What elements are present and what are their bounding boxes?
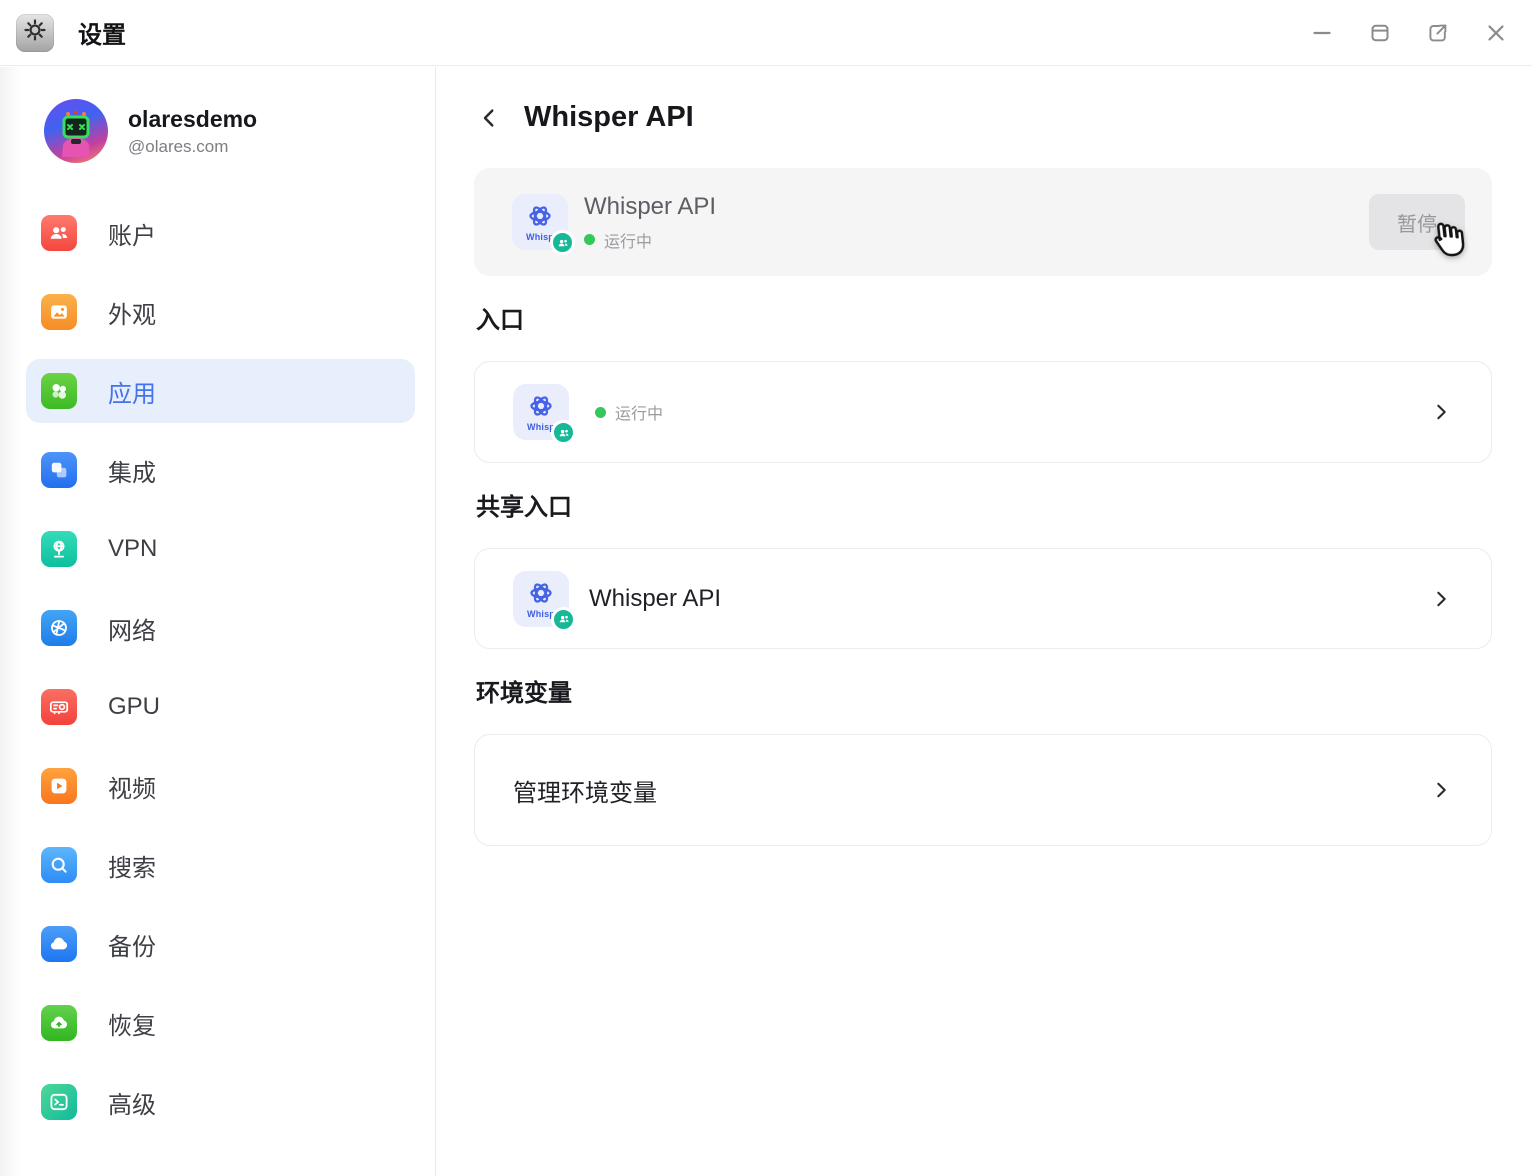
sidebar: olaresdemo @olares.com 账户 外观 应用 (0, 67, 436, 1176)
profile-domain: @olares.com (128, 137, 257, 157)
globe-icon (41, 610, 77, 646)
openai-knot-icon (526, 392, 556, 422)
gpu-card-icon (41, 689, 77, 725)
sidebar-item-network[interactable]: 网络 (26, 596, 415, 660)
globe-node-icon (41, 531, 77, 567)
shared-entrance-row[interactable]: Whisp Whisper API (474, 548, 1492, 649)
restore-window-icon (1368, 21, 1392, 45)
close-icon (1484, 21, 1508, 45)
video-play-icon (41, 768, 77, 804)
profile-text: olaresdemo @olares.com (128, 106, 257, 157)
sidebar-item-label: 备份 (108, 927, 156, 962)
cloud-icon (41, 926, 77, 962)
minimize-icon (1310, 21, 1334, 45)
sidebar-item-account[interactable]: 账户 (26, 201, 415, 265)
whisper-app-icon: Whisp (512, 194, 568, 250)
cloud-restore-icon (41, 1005, 77, 1041)
section-heading-shared-entrance: 共享入口 (476, 487, 1492, 522)
user-profile: olaresdemo @olares.com (44, 99, 435, 163)
entrance-status: 运行中 (595, 400, 663, 424)
manage-env-vars-label: 管理环境变量 (513, 773, 657, 808)
whisper-app-icon: Whisp (513, 384, 569, 440)
titlebar: 设置 (0, 0, 1532, 66)
restore-window-button[interactable] (1368, 21, 1392, 45)
status-text: 运行中 (615, 400, 663, 424)
sidebar-item-label: 网络 (108, 611, 156, 646)
sidebar-item-search[interactable]: 搜索 (26, 833, 415, 897)
shared-entrance-name: Whisper API (589, 585, 721, 613)
status-dot-icon (584, 234, 595, 245)
sidebar-item-applications[interactable]: 应用 (26, 359, 415, 423)
sidebar-nav: 账户 外观 应用 集成 VPN (0, 201, 435, 1134)
status-dot-icon (595, 407, 606, 418)
sidebar-item-appearance[interactable]: 外观 (26, 280, 415, 344)
window-controls (1310, 21, 1508, 45)
sidebar-item-label: 视频 (108, 769, 156, 804)
close-button[interactable] (1484, 21, 1508, 45)
sidebar-item-label: 高级 (108, 1085, 156, 1120)
sidebar-item-vpn[interactable]: VPN (26, 517, 415, 581)
sidebar-item-label: 集成 (108, 453, 156, 488)
sidebar-item-video[interactable]: 视频 (26, 754, 415, 818)
chevron-left-icon (476, 105, 502, 131)
shared-users-badge-icon (551, 420, 576, 445)
minimize-button[interactable] (1310, 21, 1334, 45)
openai-knot-icon (526, 579, 556, 609)
section-heading-entrance: 入口 (476, 300, 1492, 335)
status-text: 运行中 (604, 228, 652, 252)
profile-name: olaresdemo (128, 106, 257, 133)
users-icon (41, 215, 77, 251)
chevron-right-icon (1429, 587, 1453, 611)
apps-clover-icon (41, 373, 77, 409)
sidebar-item-backup[interactable]: 备份 (26, 912, 415, 976)
main-content: Whisper API Whisp Whisper API 运行中 暂停 入口 … (437, 67, 1532, 1176)
back-button[interactable] (476, 105, 502, 131)
settings-app-logo (16, 14, 54, 52)
sidebar-item-advanced[interactable]: 高级 (26, 1070, 415, 1134)
sidebar-item-label: 搜索 (108, 848, 156, 883)
entrance-row[interactable]: Whisp 运行中 (474, 361, 1492, 463)
window-title: 设置 (78, 15, 126, 50)
open-external-button[interactable] (1426, 21, 1450, 45)
image-icon (41, 294, 77, 330)
pause-button[interactable]: 暂停 (1369, 194, 1465, 250)
shared-users-badge-icon (550, 230, 575, 255)
page-header: Whisper API (476, 101, 1492, 134)
manage-env-vars-row[interactable]: 管理环境变量 (474, 734, 1492, 846)
chevron-right-icon (1429, 778, 1453, 802)
chevron-right-icon (1429, 400, 1453, 424)
sidebar-item-label: 恢复 (108, 1006, 156, 1041)
page-title: Whisper API (524, 101, 694, 134)
app-name: Whisper API (584, 193, 716, 221)
sidebar-item-label: 应用 (108, 374, 156, 409)
sidebar-item-restore[interactable]: 恢复 (26, 991, 415, 1055)
shared-users-badge-icon (551, 607, 576, 632)
app-summary-card: Whisp Whisper API 运行中 暂停 (474, 168, 1492, 276)
openai-knot-icon (525, 202, 555, 232)
app-summary-text: Whisper API 运行中 (584, 193, 716, 252)
search-icon (41, 847, 77, 883)
sidebar-item-label: 账户 (108, 216, 156, 251)
sidebar-item-gpu[interactable]: GPU (26, 675, 415, 739)
section-heading-env-vars: 环境变量 (476, 673, 1492, 708)
sidebar-item-label: GPU (108, 693, 160, 721)
sidebar-item-label: 外观 (108, 295, 156, 330)
open-external-icon (1426, 21, 1450, 45)
sidebar-item-label: VPN (108, 535, 157, 563)
terminal-icon (41, 1084, 77, 1120)
sidebar-item-integration[interactable]: 集成 (26, 438, 415, 502)
blocks-icon (41, 452, 77, 488)
whisper-app-icon: Whisp (513, 571, 569, 627)
gear-icon (22, 17, 48, 48)
app-status: 运行中 (584, 228, 716, 252)
avatar (44, 99, 108, 163)
